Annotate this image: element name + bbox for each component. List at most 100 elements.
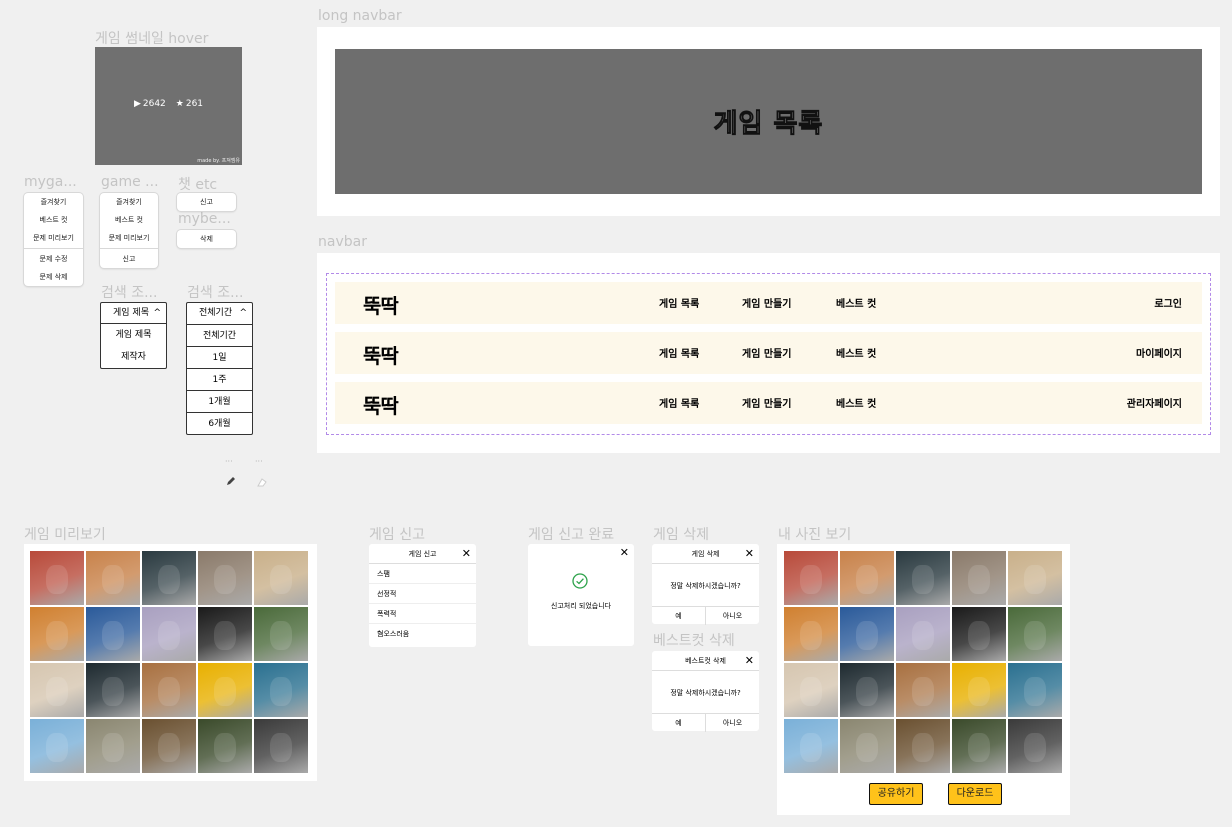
photo-tile[interactable] [952, 663, 1006, 717]
photo-tile[interactable] [784, 719, 838, 773]
report-modal-title: 게임 신고 [408, 550, 437, 558]
close-icon[interactable]: ✕ [745, 544, 754, 564]
photo-tile[interactable] [86, 663, 140, 717]
photo-tile[interactable] [254, 551, 308, 605]
photo-tile[interactable] [254, 607, 308, 661]
photo-tile[interactable] [254, 719, 308, 773]
photo-tile[interactable] [142, 719, 196, 773]
confirm-no-button[interactable]: 아니오 [705, 607, 759, 625]
report-reason-hateful[interactable]: 혐오스러움 [369, 624, 476, 644]
nav-link-create-game[interactable]: 게임 만들기 [742, 295, 791, 310]
search-period-selected[interactable]: 전체기간 ^ [187, 303, 252, 324]
photo-tile[interactable] [30, 607, 84, 661]
photo-tile[interactable] [952, 719, 1006, 773]
nav-link-bestcut[interactable]: 베스트 컷 [836, 345, 876, 360]
photo-tile[interactable] [142, 607, 196, 661]
photo-tile[interactable] [198, 551, 252, 605]
photo-tile[interactable] [86, 719, 140, 773]
photo-tile[interactable] [784, 663, 838, 717]
search-type-select[interactable]: 게임 제목 ^ 게임 제목 제작자 [100, 302, 167, 369]
menu-item-edit[interactable]: 문제 수정 [24, 250, 83, 268]
nav-link-mypage[interactable]: 마이페이지 [1136, 345, 1182, 360]
photo-tile[interactable] [896, 551, 950, 605]
photo-tile[interactable] [840, 607, 894, 661]
photo-tile[interactable] [840, 719, 894, 773]
photo-tile[interactable] [86, 551, 140, 605]
nav-link-bestcut[interactable]: 베스트 컷 [836, 395, 876, 410]
menu-item-preview[interactable]: 문제 미리보기 [24, 229, 83, 247]
photo-tile[interactable] [142, 551, 196, 605]
game-thumbnail-hover[interactable]: ▶ 2642 ★ 261 made by. 프져엠유 [95, 47, 242, 165]
photo-tile[interactable] [30, 551, 84, 605]
download-button[interactable]: 다운로드 [948, 783, 1002, 805]
bestcut-delete-title: 베스트컷 삭제 [685, 657, 726, 665]
photo-tile[interactable] [1008, 607, 1062, 661]
search-type-selected[interactable]: 게임 제목 ^ [101, 303, 166, 324]
photo-tile[interactable] [30, 663, 84, 717]
nav-link-admin[interactable]: 관리자페이지 [1127, 395, 1182, 410]
menu-item-delete[interactable]: 삭제 [177, 230, 236, 248]
more-icon: ··· [255, 457, 263, 466]
nav-link-create-game[interactable]: 게임 만들기 [742, 395, 791, 410]
share-button[interactable]: 공유하기 [869, 783, 923, 805]
search-period-option[interactable]: 전체기간 [187, 324, 252, 346]
photo-tile[interactable] [840, 663, 894, 717]
nav-link-game-list[interactable]: 게임 목록 [659, 345, 699, 360]
photo-tile[interactable] [784, 607, 838, 661]
search-period-option[interactable]: 6개월 [187, 412, 252, 434]
report-reason-spam[interactable]: 스팸 [369, 564, 476, 584]
photo-tile[interactable] [198, 607, 252, 661]
photo-tile[interactable] [896, 607, 950, 661]
nav-link-create-game[interactable]: 게임 만들기 [742, 345, 791, 360]
menu-item-bestcut[interactable]: 베스트 컷 [24, 211, 83, 229]
photo-tile[interactable] [952, 551, 1006, 605]
photo-tile[interactable] [840, 551, 894, 605]
photo-tile[interactable] [784, 551, 838, 605]
photo-tile[interactable] [1008, 663, 1062, 717]
nav-link-bestcut[interactable]: 베스트 컷 [836, 295, 876, 310]
photo-tile[interactable] [86, 607, 140, 661]
pencil-icon[interactable] [226, 471, 236, 490]
search-period-option[interactable]: 1주 [187, 368, 252, 390]
confirm-yes-button[interactable]: 예 [652, 714, 705, 732]
nav-link-game-list[interactable]: 게임 목록 [659, 295, 699, 310]
photo-tile[interactable] [1008, 551, 1062, 605]
logo[interactable]: 뚝딱 [363, 340, 399, 369]
report-done-message: 신고처리 되었습니다 [550, 602, 612, 610]
close-icon[interactable]: ✕ [745, 651, 754, 671]
confirm-no-button[interactable]: 아니오 [705, 714, 759, 732]
menu-item-favorite[interactable]: 즐겨찾기 [24, 193, 83, 211]
menu-item-delete[interactable]: 문제 삭제 [24, 268, 83, 286]
search-period-select[interactable]: 전체기간 ^ 전체기간 1일 1주 1개월 6개월 [186, 302, 253, 435]
photo-tile[interactable] [142, 663, 196, 717]
photo-tile[interactable] [896, 719, 950, 773]
menu-item-bestcut[interactable]: 베스트 컷 [100, 211, 158, 229]
confirm-yes-button[interactable]: 예 [652, 607, 705, 625]
menu-item-report[interactable]: 신고 [100, 250, 158, 268]
photo-tile[interactable] [254, 663, 308, 717]
photo-tile[interactable] [198, 663, 252, 717]
eraser-icon[interactable] [256, 473, 268, 492]
logo[interactable]: 뚝딱 [363, 290, 399, 319]
close-icon[interactable]: ✕ [620, 546, 629, 559]
nav-link-game-list[interactable]: 게임 목록 [659, 395, 699, 410]
search-type-option[interactable]: 제작자 [101, 346, 166, 368]
menu-item-report[interactable]: 신고 [177, 193, 236, 211]
nav-link-login[interactable]: 로그인 [1154, 295, 1182, 310]
logo[interactable]: 뚝딱 [363, 390, 399, 419]
close-icon[interactable]: ✕ [462, 544, 471, 564]
search-period-option[interactable]: 1일 [187, 346, 252, 368]
search-period-option[interactable]: 1개월 [187, 390, 252, 412]
menu-item-favorite[interactable]: 즐겨찾기 [100, 193, 158, 211]
report-reason-sexual[interactable]: 선정적 [369, 584, 476, 604]
photo-tile[interactable] [896, 663, 950, 717]
photo-tile[interactable] [198, 719, 252, 773]
frame-label-mybest: mybe... [178, 211, 231, 227]
search-type-option[interactable]: 게임 제목 [101, 324, 166, 346]
report-reason-violent[interactable]: 폭력적 [369, 604, 476, 624]
photo-tile[interactable] [952, 607, 1006, 661]
frame-label-search-type: 검색 조... [101, 285, 158, 301]
menu-item-preview[interactable]: 문제 미리보기 [100, 229, 158, 247]
photo-tile[interactable] [30, 719, 84, 773]
photo-tile[interactable] [1008, 719, 1062, 773]
